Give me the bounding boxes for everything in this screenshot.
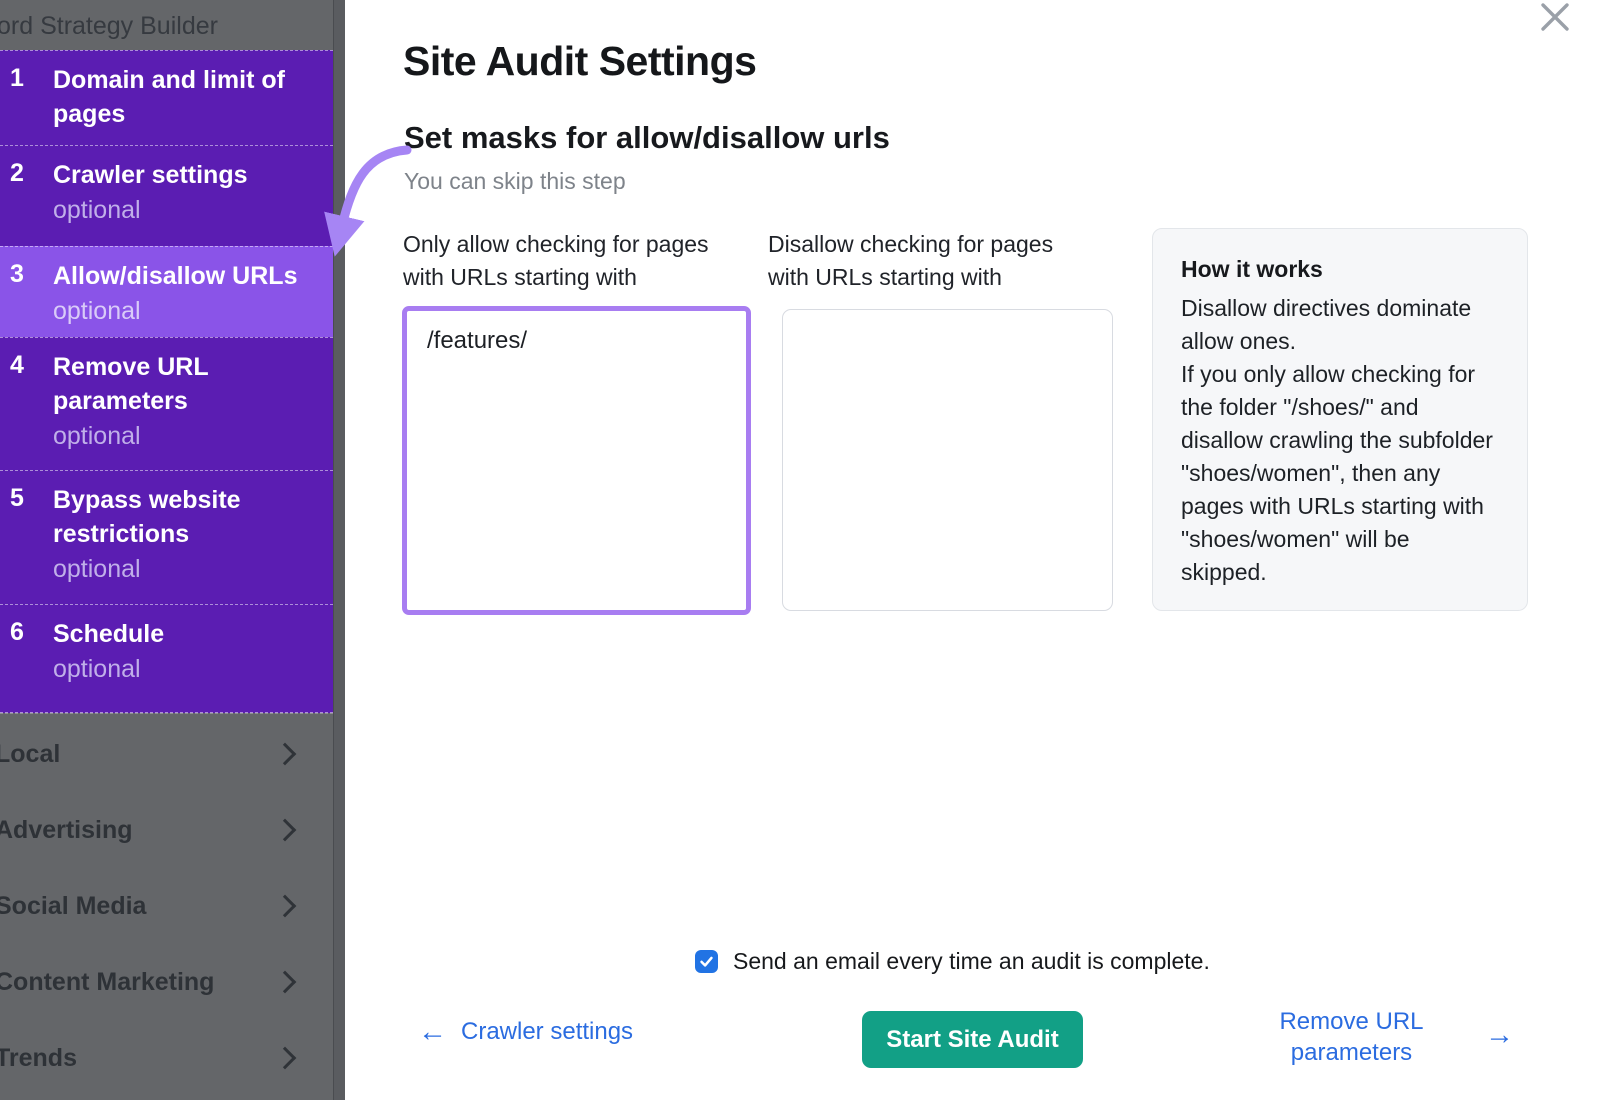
back-link-label: Crawler settings bbox=[461, 1018, 633, 1046]
how-it-works-title: How it works bbox=[1181, 256, 1499, 283]
email-optin-row: Send an email every time an audit is com… bbox=[695, 948, 1210, 975]
allow-urls-label: Only allow checking for pages with URLs … bbox=[403, 228, 738, 294]
how-it-works-paragraph-2: If you only allow checking for the folde… bbox=[1181, 358, 1499, 589]
skip-step-hint: You can skip this step bbox=[404, 168, 626, 195]
sidebar-item-content-marketing[interactable]: Content Marketing bbox=[0, 944, 333, 1020]
chevron-right-icon bbox=[274, 819, 297, 842]
step-remove-url-parameters[interactable]: 4 Remove URL parameters optional bbox=[0, 337, 333, 470]
email-optin-label: Send an email every time an audit is com… bbox=[733, 948, 1210, 975]
close-icon[interactable] bbox=[1533, 0, 1577, 40]
disallow-urls-textarea[interactable] bbox=[782, 309, 1113, 611]
step-crawler-settings[interactable]: 2 Crawler settings optional bbox=[0, 145, 333, 246]
email-optin-checkbox[interactable] bbox=[695, 950, 718, 973]
background-menu: Local Advertising Social Media Content M… bbox=[0, 713, 333, 1096]
sidebar-item-local[interactable]: Local bbox=[0, 716, 333, 792]
how-it-works-paragraph-1: Disallow directives dominate allow ones. bbox=[1181, 292, 1499, 358]
chevron-right-icon bbox=[274, 895, 297, 918]
next-remove-url-parameters-link[interactable]: Remove URL parameters bbox=[1243, 1006, 1460, 1068]
step-allow-disallow-urls[interactable]: 3 Allow/disallow URLs optional bbox=[0, 246, 333, 337]
sidebar-item-advertising[interactable]: Advertising bbox=[0, 792, 333, 868]
background-sidebar-heading: ord Strategy Builder bbox=[0, 12, 337, 41]
start-site-audit-button[interactable]: Start Site Audit bbox=[862, 1011, 1083, 1068]
audit-steps-nav: 1 Domain and limit of pages 2 Crawler se… bbox=[0, 50, 333, 713]
how-it-works-panel: How it works Disallow directives dominat… bbox=[1152, 228, 1528, 611]
allow-urls-textarea[interactable]: /features/ bbox=[402, 306, 751, 615]
page-title: Site Audit Settings bbox=[403, 38, 756, 85]
step-schedule[interactable]: 6 Schedule optional bbox=[0, 604, 333, 713]
step-bypass-restrictions[interactable]: 5 Bypass website restrictions optional bbox=[0, 470, 333, 604]
checkmark-icon bbox=[698, 953, 715, 970]
step-domain-and-limit[interactable]: 1 Domain and limit of pages bbox=[0, 50, 333, 145]
chevron-right-icon bbox=[274, 971, 297, 994]
disallow-urls-label: Disallow checking for pages with URLs st… bbox=[768, 228, 1088, 294]
back-crawler-settings-link[interactable]: ← Crawler settings bbox=[418, 1018, 633, 1046]
arrow-right-icon[interactable]: → bbox=[1485, 1019, 1514, 1052]
chevron-right-icon bbox=[274, 743, 297, 766]
chevron-right-icon bbox=[274, 1047, 297, 1070]
arrow-left-icon: ← bbox=[418, 1020, 447, 1044]
sidebar-item-social-media[interactable]: Social Media bbox=[0, 868, 333, 944]
section-heading: Set masks for allow/disallow urls bbox=[404, 120, 890, 156]
site-audit-settings-screen: ord Strategy Builder Local Advertising S… bbox=[0, 0, 1600, 1100]
site-audit-settings-modal: Site Audit Settings Set masks for allow/… bbox=[345, 0, 1600, 1100]
sidebar-item-trends[interactable]: Trends bbox=[0, 1020, 333, 1096]
